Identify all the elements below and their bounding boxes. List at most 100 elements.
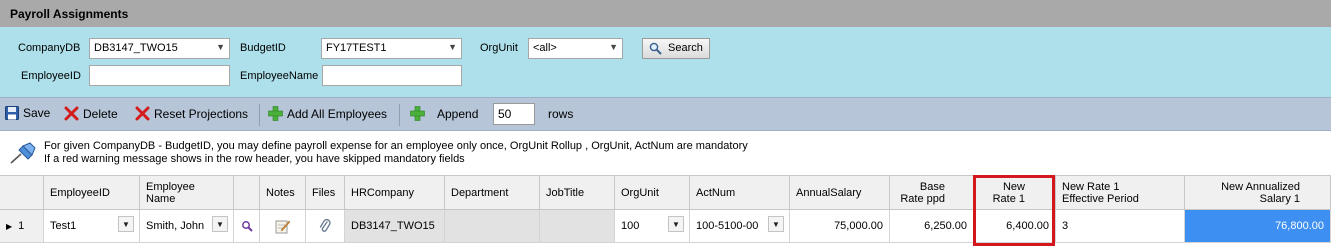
cell-files[interactable] xyxy=(306,210,345,243)
column-header-employee-name[interactable]: Employee Name xyxy=(140,175,234,210)
column-header-org-unit[interactable]: OrgUnit xyxy=(615,175,690,210)
append-rows-input[interactable]: 50 xyxy=(493,103,535,125)
column-header-label: Base xyxy=(919,181,945,193)
column-header-new-rate-effective-period[interactable]: New Rate 1 Effective Period xyxy=(1056,175,1185,210)
cell-base-rate[interactable]: 6,250.00 xyxy=(890,210,974,243)
company-db-select[interactable]: DB3147_TWO15 ▼ xyxy=(89,38,230,59)
page-title: Payroll Assignments xyxy=(10,7,129,21)
search-icon xyxy=(649,42,662,55)
cell-act-num[interactable]: 100-5100-00 ▼ xyxy=(690,210,790,243)
add-all-employees-label: Add All Employees xyxy=(287,106,388,121)
cell-hr-company: DB3147_TWO15 xyxy=(345,210,445,243)
cell-employee-id[interactable]: Test1 ▼ xyxy=(44,210,140,243)
delete-label: Delete xyxy=(83,106,118,121)
budget-id-select[interactable]: FY17TEST1 ▼ xyxy=(321,38,462,59)
employee-id-input[interactable] xyxy=(89,65,230,86)
column-header-new-annualized-salary[interactable]: New Annualized Salary 1 xyxy=(1185,175,1331,210)
floppy-disk-icon xyxy=(5,106,19,120)
toolbar: Save Delete Reset Projections Add All Em… xyxy=(0,97,1331,131)
column-header-notes[interactable]: Notes xyxy=(260,175,306,210)
append-button[interactable]: Append xyxy=(410,106,478,121)
cell-value: Smith, John xyxy=(146,220,205,232)
cell-new-annualized-salary[interactable]: 76,800.00 xyxy=(1185,210,1331,243)
org-unit-select[interactable]: <all> ▼ xyxy=(528,38,623,59)
cell-annual-salary[interactable]: 75,000.00 xyxy=(790,210,890,243)
column-header-job-title[interactable]: JobTitle xyxy=(540,175,615,210)
column-header-label: HRCompany xyxy=(351,186,414,199)
cell-employee-name[interactable]: Smith, John ▼ xyxy=(140,210,234,243)
column-header-hr-company[interactable]: HRCompany xyxy=(345,175,445,210)
column-header-base-rate[interactable]: Base Rate ppd xyxy=(890,175,974,210)
column-header-label: JobTitle xyxy=(546,186,585,199)
reset-projections-label: Reset Projections xyxy=(154,106,249,121)
highlight-box xyxy=(973,175,1055,246)
cell-value: Test1 xyxy=(50,220,77,232)
info-line-1: For given CompanyDB - BudgetID, you may … xyxy=(44,140,748,152)
cell-org-unit[interactable]: 100 ▼ xyxy=(615,210,690,243)
cell-value: 100-5100-00 xyxy=(696,220,759,232)
toolbar-divider xyxy=(399,104,400,126)
save-button[interactable]: Save xyxy=(5,106,50,120)
pushpin-icon xyxy=(10,142,36,164)
chevron-down-icon: ▼ xyxy=(448,42,457,52)
column-header-label: Files xyxy=(312,186,336,199)
chevron-down-icon[interactable]: ▼ xyxy=(118,216,134,232)
search-button[interactable]: Search xyxy=(642,38,710,59)
cell-value: 75,000.00 xyxy=(834,220,883,232)
employee-name-input[interactable] xyxy=(322,65,462,86)
toolbar-divider xyxy=(259,104,260,126)
info-line-2: If a red warning message shows in the ro… xyxy=(44,153,465,165)
column-header-act-num[interactable]: ActNum xyxy=(690,175,790,210)
rows-label: rows xyxy=(548,107,574,121)
cell-lookup[interactable] xyxy=(234,210,260,243)
column-header-label: OrgUnit xyxy=(621,186,659,199)
column-header-label: ActNum xyxy=(696,186,736,199)
column-header-files[interactable]: Files xyxy=(306,175,345,210)
column-header-label: Name xyxy=(146,193,176,205)
column-header-department[interactable]: Department xyxy=(445,175,540,210)
chevron-down-icon[interactable]: ▼ xyxy=(668,216,684,232)
column-header-label: New Annualized xyxy=(1221,181,1300,193)
org-unit-label: OrgUnit xyxy=(480,42,518,54)
chevron-down-icon: ▼ xyxy=(609,42,618,52)
org-unit-value: <all> xyxy=(533,42,557,54)
cell-new-rate-effective-period[interactable]: 3 xyxy=(1056,210,1185,243)
green-plus-icon xyxy=(268,106,283,121)
cell-notes[interactable] xyxy=(260,210,306,243)
cell-value: 100 xyxy=(621,220,640,232)
append-label: Append xyxy=(437,106,479,121)
info-message: For given CompanyDB - BudgetID, you may … xyxy=(0,131,1331,175)
payroll-grid: EmployeeID Employee Name Notes Files HRC… xyxy=(0,175,1331,246)
red-x-icon xyxy=(64,106,79,121)
save-label: Save xyxy=(23,106,51,120)
search-button-label: Search xyxy=(668,42,703,54)
column-header-annual-salary[interactable]: AnnualSalary xyxy=(790,175,890,210)
column-header-employee-id[interactable]: EmployeeID xyxy=(44,175,140,210)
reset-projections-button[interactable]: Reset Projections xyxy=(135,106,248,121)
cell-value: DB3147_TWO15 xyxy=(351,220,435,232)
delete-button[interactable]: Delete xyxy=(64,106,118,121)
column-header-label: Department xyxy=(451,186,509,199)
chevron-down-icon[interactable]: ▼ xyxy=(768,216,784,232)
cell-value: 6,250.00 xyxy=(924,220,967,232)
cell-department xyxy=(445,210,540,243)
row-header[interactable]: ▶ 1 xyxy=(0,210,44,243)
notepad-icon xyxy=(275,220,290,233)
add-all-employees-button[interactable]: Add All Employees xyxy=(268,106,387,121)
paperclip-icon xyxy=(319,218,331,232)
column-header-label: EmployeeID xyxy=(50,186,110,199)
column-header-label: New Rate 1 xyxy=(1062,181,1120,193)
column-header-label: AnnualSalary xyxy=(796,186,862,199)
row-number: 1 xyxy=(18,220,25,232)
company-db-label: CompanyDB xyxy=(18,42,81,54)
column-header-label: Effective Period xyxy=(1062,193,1139,205)
chevron-down-icon: ▼ xyxy=(216,42,225,52)
column-header-lookup xyxy=(234,175,260,210)
search-icon xyxy=(241,221,253,232)
column-header-label: Notes xyxy=(266,186,295,199)
column-header-label: Employee xyxy=(146,181,195,193)
chevron-down-icon[interactable]: ▼ xyxy=(212,216,228,232)
budget-id-value: FY17TEST1 xyxy=(326,42,387,54)
column-header-label: Rate ppd xyxy=(900,193,945,205)
row-header-corner xyxy=(0,175,44,210)
